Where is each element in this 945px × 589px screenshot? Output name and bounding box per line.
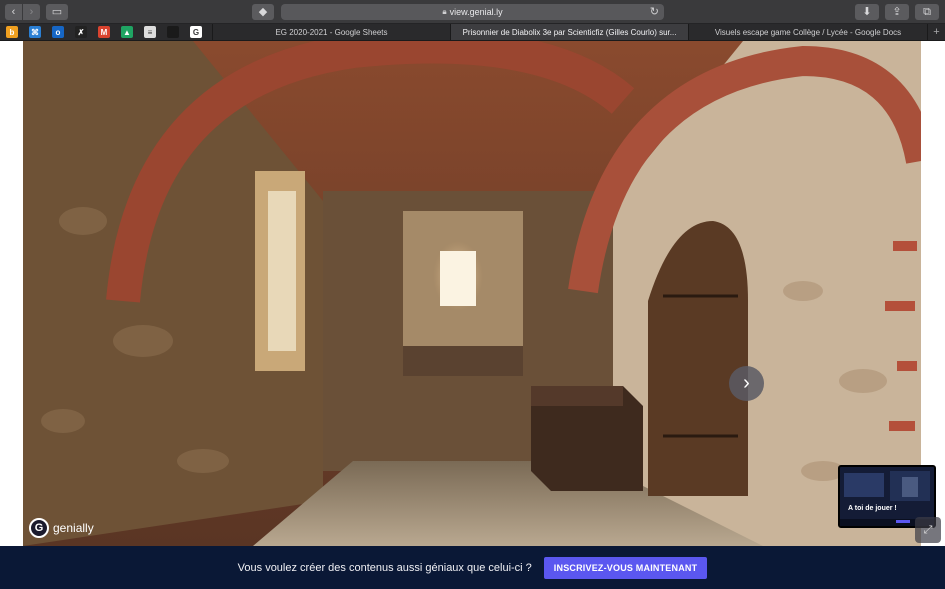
plus-icon: + [933, 26, 940, 38]
tag-icon: ◆ [258, 5, 268, 18]
bookmark-outlook-icon[interactable]: o [52, 26, 64, 38]
tab-sheets[interactable]: EG 2020-2021 - Google Sheets [212, 24, 450, 40]
url-text: view.genial.ly [449, 7, 503, 17]
browser-toolbar: ‹ › ▭ ◆ 🔒︎ view.genial.ly ↻ ⬇ ⇪ ⧉ [0, 0, 945, 24]
tab-label: Visuels escape game Collège / Lycée - Go… [714, 27, 902, 37]
genially-logo[interactable]: G genially [29, 518, 94, 538]
banner-text: Vous voulez créer des contenus aussi gén… [237, 561, 532, 574]
lock-icon: 🔒︎ [442, 7, 447, 16]
bookmark-google-icon[interactable]: G [190, 26, 202, 38]
chevron-right-icon: › [743, 372, 750, 394]
next-slide-button[interactable]: › [729, 366, 764, 401]
tab-overview-button[interactable]: ⧉ [915, 4, 939, 20]
page-content: › G genially A toi de jouer ! ⤢ [0, 41, 945, 546]
tab-label: EG 2020-2021 - Google Sheets [275, 27, 388, 37]
sidebar-icon: ▭ [51, 5, 63, 18]
new-tab-button[interactable]: + [927, 24, 945, 40]
sidebar-button[interactable]: ▭ [46, 4, 68, 20]
address-bar[interactable]: 🔒︎ view.genial.ly ↻ [281, 4, 664, 20]
dungeon-scene: › G genially [23, 41, 921, 546]
fullscreen-button[interactable]: ⤢ [915, 517, 941, 543]
expand-icon: ⤢ [923, 523, 933, 536]
bookmark-gmail-icon[interactable]: M [98, 26, 110, 38]
share-icon: ⇪ [892, 5, 902, 18]
signup-banner: Vous voulez créer des contenus aussi gén… [0, 546, 945, 589]
download-icon: ⬇ [862, 5, 872, 18]
dungeon-illustration [23, 41, 921, 546]
forward-button[interactable]: › [23, 4, 40, 20]
bookmark-7-icon[interactable]: ≡ [144, 26, 156, 38]
tab-genially[interactable]: Prisonnier de Diabolix 3e par Scienticfi… [450, 24, 688, 40]
tag-button[interactable]: ◆ [252, 4, 274, 20]
bookmark-8-icon[interactable] [167, 26, 179, 38]
tabs-icon: ⧉ [923, 5, 931, 18]
genially-logo-icon: G [29, 518, 49, 538]
chevron-left-icon: ‹ [11, 5, 16, 18]
bookmark-2-icon[interactable]: ⌘ [29, 26, 41, 38]
reload-icon[interactable]: ↻ [650, 5, 659, 18]
tab-bar: b ⌘ o ✗ M ▲ ≡ G EG 2020-2021 - Google Sheets Pr… [0, 24, 945, 41]
bookmark-1-icon[interactable]: b [6, 26, 18, 38]
bookmark-drive-icon[interactable]: ▲ [121, 26, 133, 38]
bookmark-4-icon[interactable]: ✗ [75, 26, 87, 38]
chevron-right-icon: › [29, 5, 34, 18]
signup-button[interactable]: INSCRIVEZ-VOUS MAINTENANT [543, 556, 708, 579]
thumbnail-label: A toi de jouer ! [848, 505, 897, 512]
share-button[interactable]: ⇪ [885, 4, 909, 20]
brand-text: genially [53, 521, 94, 535]
nav-buttons: ‹ › [5, 4, 40, 20]
back-button[interactable]: ‹ [5, 4, 22, 20]
downloads-button[interactable]: ⬇ [855, 4, 879, 20]
tab-label: Prisonnier de Diabolix 3e par Scienticfi… [462, 27, 677, 37]
tab-docs[interactable]: Visuels escape game Collège / Lycée - Go… [688, 24, 927, 40]
